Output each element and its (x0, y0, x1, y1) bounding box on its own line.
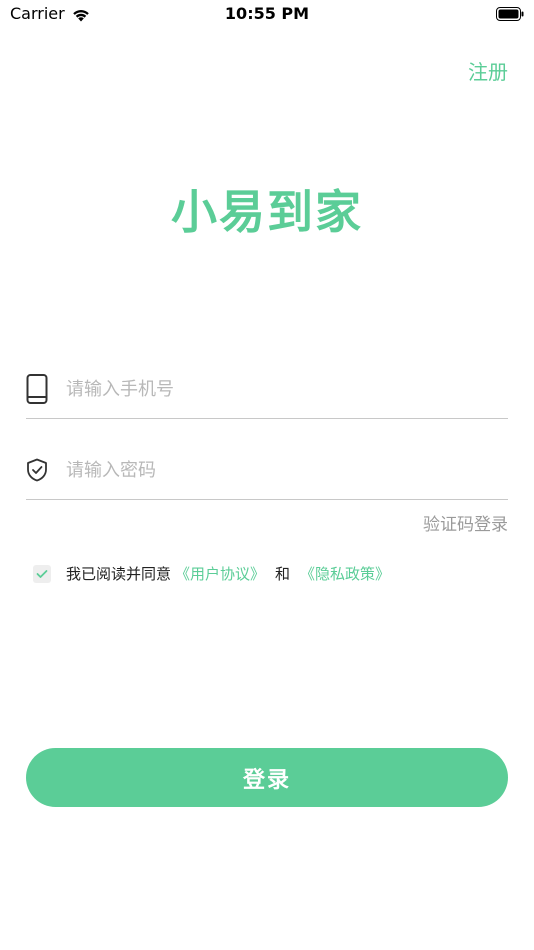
battery-icon (496, 6, 524, 21)
shield-icon (26, 455, 48, 485)
clock: 10:55 PM (224, 4, 310, 23)
login-button[interactable]: 登录 (26, 748, 508, 807)
agreement-row: 我已阅读并同意 《用户协议》 和 《隐私政策》 (33, 563, 390, 584)
app-title: 小易到家 (171, 185, 363, 239)
password-input[interactable] (66, 459, 486, 481)
agreement-checkbox[interactable] (33, 564, 51, 583)
privacy-policy-link[interactable]: 《隐私政策》 (300, 563, 390, 584)
checkmark-icon (36, 565, 48, 583)
phone-field-row (26, 360, 508, 419)
user-agreement-link[interactable]: 《用户协议》 (175, 563, 265, 584)
password-field-row (26, 441, 508, 500)
sms-login-link[interactable]: 验证码登录 (423, 510, 508, 535)
agreement-conjunction: 和 (275, 565, 291, 583)
status-bar: Carrier 10:55 PM (0, 0, 534, 28)
phone-icon (26, 374, 48, 404)
agreement-prefix: 我已阅读并同意 (66, 565, 172, 583)
phone-input[interactable] (66, 378, 486, 400)
register-link[interactable]: 注册 (468, 56, 508, 85)
